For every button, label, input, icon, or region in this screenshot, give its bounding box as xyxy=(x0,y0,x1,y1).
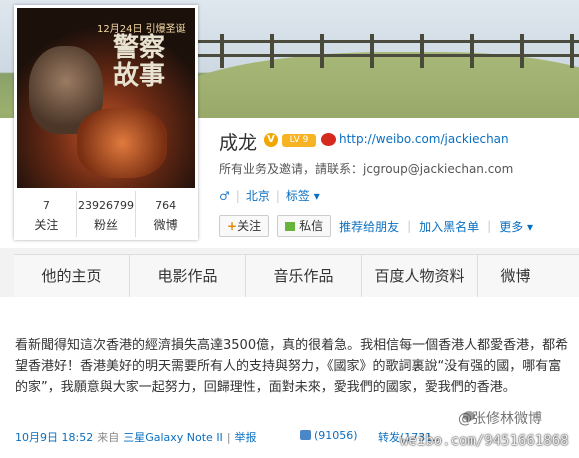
weibo-logo-icon xyxy=(321,133,336,146)
stat-label: 关注 xyxy=(34,218,59,232)
profile-stats: 7 关注 23926799 粉丝 764 微博 xyxy=(17,191,195,237)
tab-weibo[interactable]: 微博 xyxy=(478,255,553,297)
stat-label: 微博 xyxy=(153,218,178,232)
stat-value: 764 xyxy=(155,199,177,212)
avatar-card: 12月24日 引爆圣诞 警察故事 7 关注 23926799 粉丝 764 微博 xyxy=(14,5,198,240)
male-icon: ♂ xyxy=(219,188,230,203)
stat-value: 7 xyxy=(42,199,50,212)
divider: | xyxy=(407,219,412,233)
follow-button[interactable]: +关注 xyxy=(219,215,270,237)
follow-label: 关注 xyxy=(237,219,262,233)
tab-baidu-profile[interactable]: 百度人物资料 xyxy=(362,255,478,297)
thumbs-up-icon xyxy=(300,430,311,440)
message-button[interactable]: 私信 xyxy=(277,215,332,237)
message-label: 私信 xyxy=(299,219,324,233)
post-text: 看新聞得知這次香港的經濟損失高達3500億，真的很着急。我相信每一個香港人都愛香… xyxy=(15,338,569,395)
blacklist-link[interactable]: 加入黑名单 xyxy=(419,218,479,235)
divider: | xyxy=(487,219,492,233)
watermark-url: weibo.com/9451661868 xyxy=(400,433,569,449)
verified-badge-icon[interactable]: V xyxy=(264,133,278,147)
plus-icon: + xyxy=(227,219,238,233)
profile-name: 成龙 xyxy=(219,132,258,154)
more-dropdown[interactable]: 更多 ▾ xyxy=(499,218,533,235)
message-icon xyxy=(285,222,296,231)
cover-fence xyxy=(150,34,579,74)
stat-value: 23926799 xyxy=(78,199,134,212)
watermark-handle: @张修林微博 xyxy=(458,411,542,427)
report-link[interactable]: 举报 xyxy=(235,429,257,445)
profile-meta: ♂ | 北京 | 标签 ▾ xyxy=(219,187,320,204)
tags-dropdown[interactable]: 标签 ▾ xyxy=(286,187,320,204)
stat-label: 粉丝 xyxy=(94,218,119,232)
location-link[interactable]: 北京 xyxy=(246,187,270,204)
like-count: (91056) xyxy=(314,429,358,442)
tab-music[interactable]: 音乐作品 xyxy=(246,255,362,297)
tab-films[interactable]: 电影作品 xyxy=(130,255,246,297)
poster-title: 警察故事 xyxy=(112,33,165,91)
avatar-fist xyxy=(77,108,167,178)
profile-url-link[interactable]: http://weibo.com/jackiechan xyxy=(339,132,509,146)
stat-posts[interactable]: 764 微博 xyxy=(136,191,195,237)
stat-following[interactable]: 7 关注 xyxy=(17,191,77,237)
recommend-link[interactable]: 推荐给朋友 xyxy=(339,218,399,235)
tab-home[interactable]: 他的主页 xyxy=(14,255,130,297)
business-contact: 所有业务及邀请，請联系：jcgroup@jackiechan.com xyxy=(219,162,514,176)
divider: | xyxy=(235,188,240,203)
post-time-link[interactable]: 10月9日 18:52 xyxy=(15,429,93,445)
like-button[interactable]: (91056) xyxy=(300,429,358,442)
level-badge[interactable]: LV 9 xyxy=(282,134,316,147)
avatar[interactable]: 12月24日 引爆圣诞 警察故事 xyxy=(17,8,195,188)
stat-followers[interactable]: 23926799 粉丝 xyxy=(77,191,137,237)
divider: | xyxy=(275,188,280,203)
profile-tabs: 他的主页 电影作品 音乐作品 百度人物资料 微博 xyxy=(14,254,579,298)
post-device-link[interactable]: 三星Galaxy Note II xyxy=(123,429,223,445)
divider: | xyxy=(226,430,231,444)
post-source-label: 来自 xyxy=(97,431,120,444)
profile-actions: +关注 私信 推荐给朋友 | 加入黑名单 | 更多 ▾ xyxy=(219,215,533,237)
weibo-post: 看新聞得知這次香港的經濟損失高達3500億，真的很着急。我相信每一個香港人都愛香… xyxy=(0,297,579,458)
